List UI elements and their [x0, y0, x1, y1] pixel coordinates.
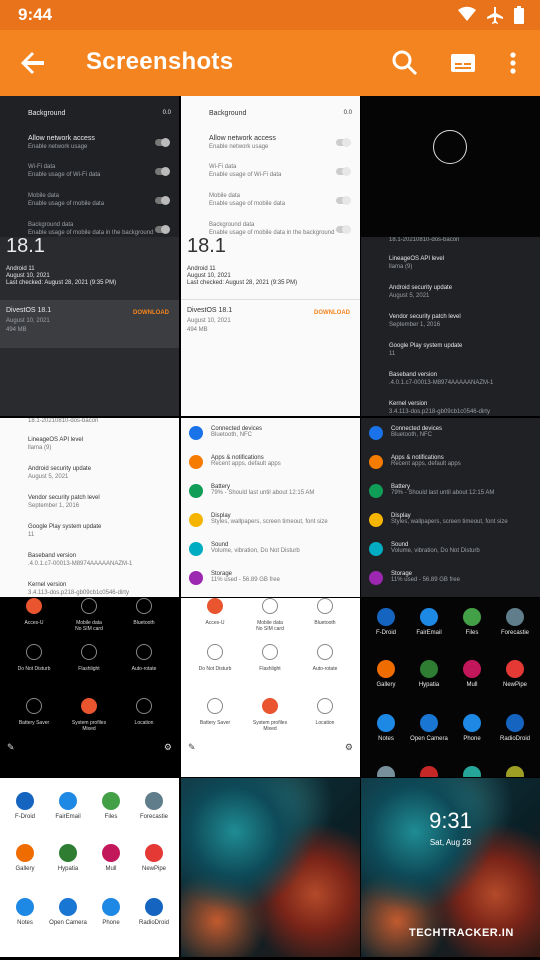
thumbnail-app-drawer-dark[interactable]: F-Droid FairEmail Files Forecastie Galle…: [361, 598, 540, 777]
battery-icon: [514, 6, 524, 24]
sound-icon: [189, 542, 203, 556]
toggle: [155, 138, 170, 147]
storage-icon: [189, 571, 203, 585]
thumbnail-updater-dark[interactable]: 18.1 Android 11 August 10, 2021 Last che…: [0, 237, 179, 416]
download-button: DOWNLOAD: [133, 310, 169, 316]
settings-icon: ⚙: [163, 742, 172, 752]
apps-icon: [189, 455, 203, 469]
airplane-icon: [487, 7, 503, 24]
storage-icon: [369, 571, 383, 585]
wifi-icon: [458, 6, 476, 22]
thumbnail-updater-light[interactable]: 18.1 Android 11 August 10, 2021 Last che…: [181, 237, 360, 416]
thumbnail-about-dark[interactable]: 18.1-20210810-dos-bacon LineageOS API le…: [361, 237, 540, 416]
thumbnail-about-light[interactable]: 18.1-20210810-dos-bacon LineageOS API le…: [0, 418, 179, 597]
settings-icon: ⚙: [344, 742, 353, 752]
bluetooth-icon: [189, 426, 203, 440]
status-bar: 9:44: [0, 0, 540, 30]
display-icon: [369, 513, 383, 527]
more-options-icon[interactable]: [500, 48, 526, 78]
display-icon: [189, 513, 203, 527]
page-title: Screenshots: [86, 48, 234, 75]
apps-icon: [369, 455, 383, 469]
bluetooth-icon: [369, 426, 383, 440]
thumbnail-settings-dark[interactable]: Connected devices Bluetooth, NFC Apps & n…: [361, 418, 540, 597]
thumbnail-quick-settings-dark[interactable]: Acces-U Mobile data No SIM card Bluetooth…: [0, 598, 179, 777]
watermark: TECHTRACKER.IN: [409, 927, 514, 939]
thumbnail-settings-light[interactable]: Connected devices Bluetooth, NFC Apps & n…: [181, 418, 360, 597]
thumbnail-quick-settings-light[interactable]: Acces-U Mobile data No SIM card Bluetooth…: [181, 598, 360, 777]
lock-time: 9:31: [429, 808, 472, 833]
app-bar: Screenshots: [0, 30, 540, 96]
search-icon[interactable]: [390, 48, 420, 78]
slideshow-icon[interactable]: [448, 48, 478, 78]
status-time: 9:44: [18, 5, 53, 24]
back-arrow-icon[interactable]: [18, 48, 48, 78]
thumbnail-wallpaper[interactable]: [181, 778, 360, 957]
battery-icon: [369, 484, 383, 498]
edit-icon: ✎: [7, 742, 15, 752]
edit-icon: ✎: [188, 742, 196, 752]
circle-shape: [433, 130, 467, 164]
battery-icon: [189, 484, 203, 498]
lock-date: Sat, Aug 28: [429, 838, 472, 847]
thumbnail-app-drawer-light[interactable]: F-Droid FairEmail Files Forecastie Galle…: [0, 778, 179, 957]
thumbnail-grid: Background 0.0 Allow network access Enab…: [0, 96, 540, 960]
sound-icon: [369, 542, 383, 556]
